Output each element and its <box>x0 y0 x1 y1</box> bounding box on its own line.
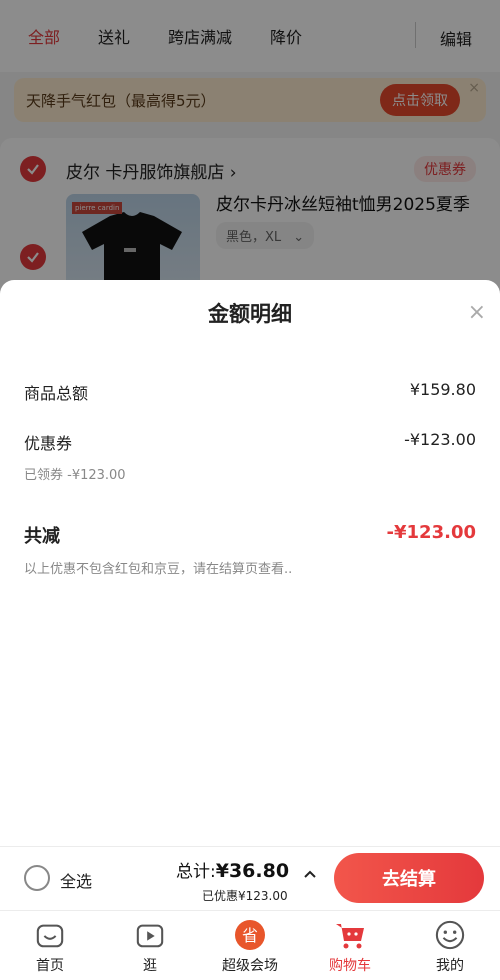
home-icon <box>34 919 66 951</box>
chevron-up-icon[interactable] <box>302 867 318 883</box>
coupon-value: -¥123.00 <box>404 430 476 449</box>
svg-text:省: 省 <box>242 926 258 945</box>
saved-amount: 已优惠¥123.00 <box>202 889 288 903</box>
nav-item-super-venue[interactable]: 省 超级会场 <box>200 911 300 980</box>
nav-item-cart[interactable]: 购物车 <box>300 911 400 980</box>
super-venue-icon: 省 <box>234 919 266 951</box>
nav-label-home: 首页 <box>36 958 64 974</box>
select-all-checkbox[interactable] <box>24 865 50 891</box>
coupon-label: 优惠券 <box>24 434 73 453</box>
nav-item-browse[interactable]: 逛 <box>100 911 200 980</box>
discount-note: 以上优惠不包含红包和京豆，请在结算页查看.. <box>24 562 293 577</box>
total-amount: ¥36.80 <box>215 860 290 882</box>
bottom-nav: 首页 逛 省 超级会场 购物车 我的 <box>0 910 500 980</box>
nav-label-super-venue: 超级会场 <box>222 958 278 974</box>
nav-label-browse: 逛 <box>143 958 157 974</box>
amount-detail-sheet: 金额明细 × 商品总额 ¥159.80 优惠券 -¥123.00 已领券 -¥1… <box>0 280 500 846</box>
sheet-title: 金额明细 <box>208 302 292 326</box>
total-discount-label: 共减 <box>24 526 60 547</box>
checkout-button[interactable]: 去结算 <box>334 853 484 903</box>
close-icon[interactable]: × <box>468 300 486 325</box>
total-prefix: 总计: <box>176 862 216 882</box>
cart-icon <box>334 919 366 951</box>
goods-total-value: ¥159.80 <box>409 380 476 399</box>
play-icon <box>134 919 166 951</box>
select-all-label[interactable]: 全选 <box>60 868 92 892</box>
total-discount-value: -¥123.00 <box>386 522 476 543</box>
nav-item-home[interactable]: 首页 <box>0 911 100 980</box>
total-price: 总计:¥36.80 <box>176 857 289 882</box>
goods-total-label: 商品总额 <box>24 384 89 403</box>
nav-label-profile: 我的 <box>436 958 464 974</box>
nav-label-cart: 购物车 <box>329 958 371 974</box>
nav-item-profile[interactable]: 我的 <box>400 911 500 980</box>
coupon-sub-text: 已领券 -¥123.00 <box>24 468 126 483</box>
profile-icon <box>434 919 466 951</box>
checkout-bar: 全选 总计:¥36.80 已优惠¥123.00 去结算 <box>0 846 500 910</box>
